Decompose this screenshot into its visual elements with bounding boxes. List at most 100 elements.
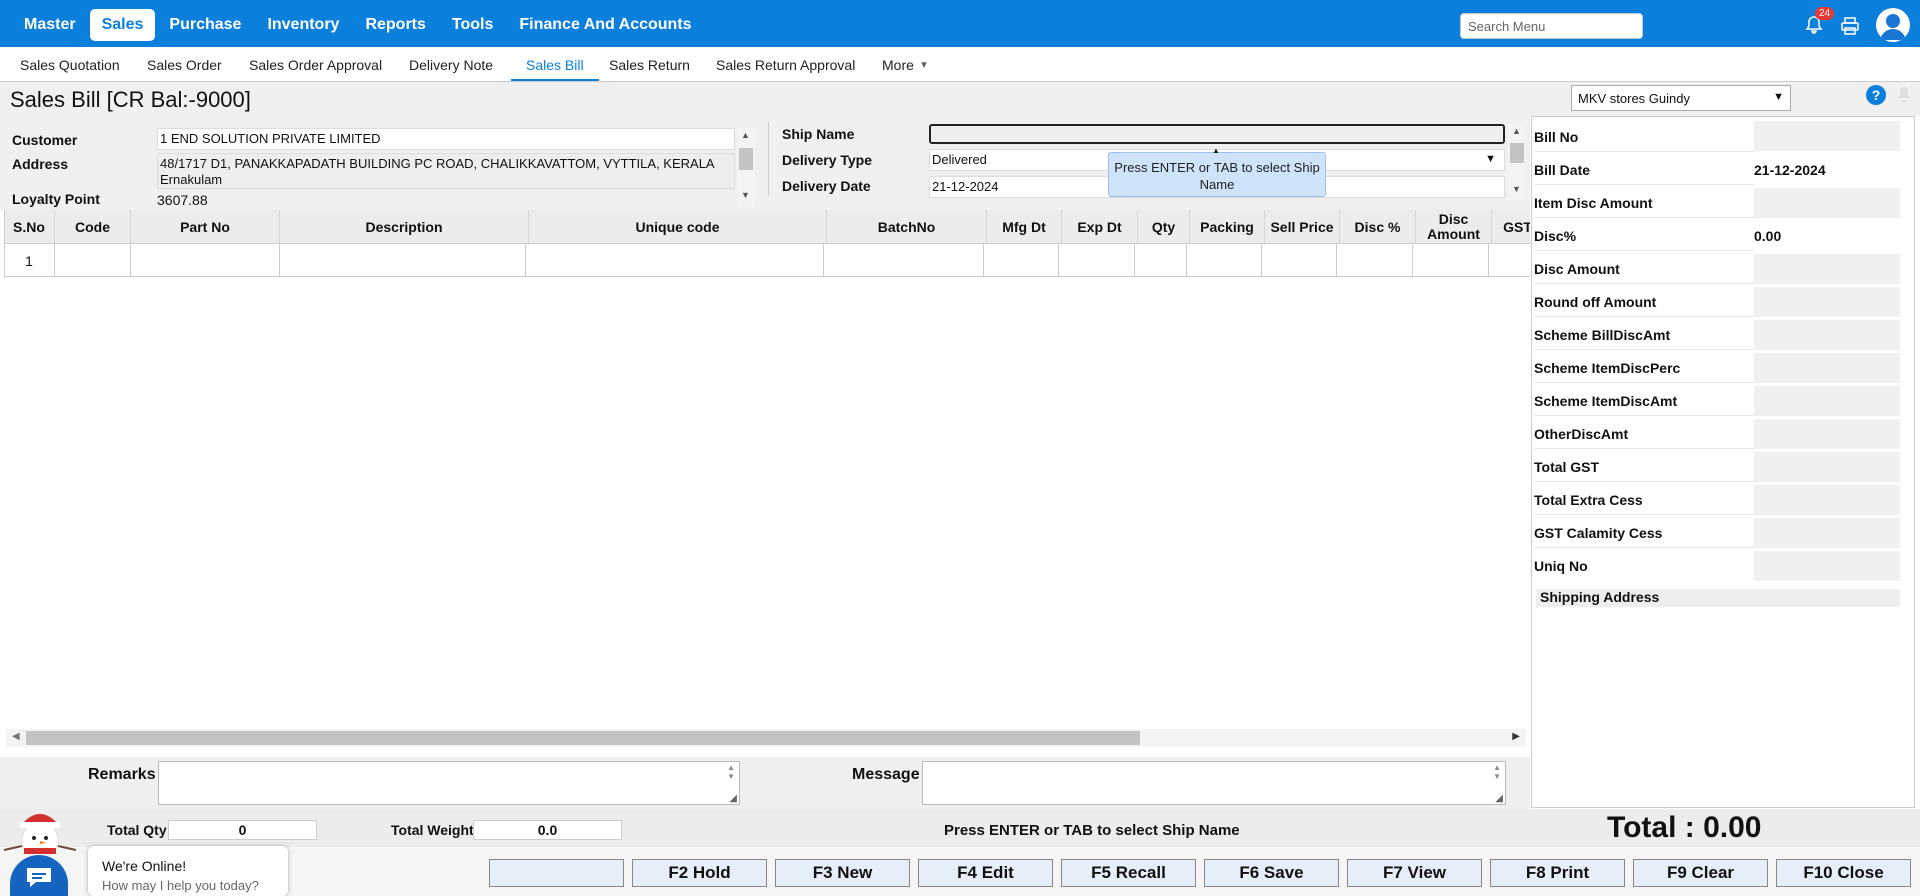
column-header[interactable]: Exp Dt: [1062, 210, 1138, 244]
tab-delivery-note[interactable]: Delivery Note: [409, 57, 493, 73]
column-header[interactable]: Packing: [1190, 210, 1265, 244]
menu-reports[interactable]: Reports: [353, 9, 437, 41]
tab-sales-order[interactable]: Sales Order: [147, 57, 222, 73]
store-select[interactable]: MKV stores Guindy ▼: [1571, 85, 1791, 111]
bell-icon[interactable]: [1896, 86, 1912, 104]
clear-button[interactable]: F9 Clear: [1633, 859, 1768, 887]
scroll-up-icon[interactable]: ▲: [741, 130, 750, 140]
menu-sales[interactable]: Sales: [89, 9, 156, 41]
column-header[interactable]: Disc Amount: [1416, 210, 1492, 244]
table-row[interactable]: 1: [4, 244, 1530, 277]
blank-button[interactable]: [489, 859, 624, 887]
summary-value-scheme-item-disc-amt[interactable]: [1754, 386, 1900, 416]
column-header[interactable]: Code: [55, 210, 131, 244]
column-header[interactable]: Mfg Dt: [987, 210, 1062, 244]
column-header[interactable]: Part No: [131, 210, 280, 244]
loyalty-label: Loyalty Point: [12, 191, 100, 207]
scroll-thumb[interactable]: [26, 731, 1140, 745]
table-cell[interactable]: 1: [4, 244, 55, 277]
summary-value-bill-date[interactable]: 21-12-2024: [1754, 155, 1900, 185]
table-cell[interactable]: [984, 244, 1059, 277]
column-header[interactable]: S.No: [4, 210, 55, 244]
table-cell[interactable]: [55, 244, 131, 277]
help-icon[interactable]: ?: [1866, 85, 1886, 105]
scroll-up-icon[interactable]: ▲ ▼: [1493, 763, 1501, 781]
new-button[interactable]: F3 New: [775, 859, 910, 887]
user-avatar[interactable]: [1876, 8, 1910, 42]
print-button[interactable]: F8 Print: [1490, 859, 1625, 887]
customer-field[interactable]: 1 END SOLUTION PRIVATE LIMITED: [157, 128, 735, 150]
column-header[interactable]: BatchNo: [827, 210, 987, 244]
menu-master[interactable]: Master: [12, 9, 88, 41]
ship-name-field[interactable]: [929, 124, 1505, 144]
table-cell[interactable]: [1059, 244, 1135, 277]
summary-value-scheme-item-disc-perc[interactable]: [1754, 353, 1900, 383]
close-button[interactable]: F10 Close: [1776, 859, 1911, 887]
summary-value-gst-calamity-cess[interactable]: [1754, 518, 1900, 548]
table-cell[interactable]: [1187, 244, 1262, 277]
tab-sales-order-approval[interactable]: Sales Order Approval: [249, 57, 382, 73]
main-menu: Master Sales Purchase Inventory Reports …: [12, 9, 706, 41]
scroll-thumb[interactable]: [739, 148, 753, 170]
menu-tools[interactable]: Tools: [440, 9, 505, 41]
message-textarea[interactable]: ▲ ▼ ◢: [922, 761, 1506, 805]
grid-horizontal-scrollbar[interactable]: ◀ ▶: [6, 729, 1526, 747]
summary-value-item-disc-amount[interactable]: [1754, 188, 1900, 218]
table-cell[interactable]: [1489, 244, 1530, 277]
scroll-up-icon[interactable]: ▲ ▼: [727, 763, 735, 781]
summary-value-other-disc-amt[interactable]: [1754, 419, 1900, 449]
summary-value-total-extra-cess[interactable]: [1754, 485, 1900, 515]
column-header[interactable]: Unique code: [529, 210, 827, 244]
tab-more[interactable]: More: [882, 57, 914, 73]
tab-sales-return-approval[interactable]: Sales Return Approval: [716, 57, 855, 73]
scroll-up-icon[interactable]: ▲: [1512, 126, 1521, 136]
scroll-left-icon[interactable]: ◀: [12, 731, 20, 742]
scroll-down-icon[interactable]: ▼: [1512, 184, 1521, 194]
table-cell[interactable]: [1262, 244, 1337, 277]
menu-inventory[interactable]: Inventory: [255, 9, 351, 41]
customer-scrollbar[interactable]: ▲ ▼: [737, 128, 755, 206]
remarks-textarea[interactable]: ▲ ▼ ◢: [158, 761, 740, 805]
summary-value-disc-percent[interactable]: 0.00: [1754, 221, 1900, 251]
summary-value-bill-no[interactable]: [1754, 121, 1900, 151]
scroll-down-icon[interactable]: ▼: [741, 190, 750, 200]
recall-button[interactable]: F5 Recall: [1061, 859, 1196, 887]
resize-handle-icon[interactable]: ◢: [729, 793, 737, 804]
column-header[interactable]: GST: [1492, 210, 1530, 244]
shipping-scrollbar[interactable]: ▲ ▼: [1508, 124, 1526, 200]
column-header[interactable]: Qty: [1138, 210, 1190, 244]
table-cell[interactable]: [280, 244, 526, 277]
printer-icon[interactable]: [1840, 16, 1860, 36]
resize-handle-icon[interactable]: ◢: [1495, 793, 1503, 804]
more-chevron-down-icon[interactable]: ▼: [919, 60, 929, 71]
table-cell[interactable]: [824, 244, 984, 277]
save-button[interactable]: F6 Save: [1204, 859, 1339, 887]
summary-value-scheme-bill-disc[interactable]: [1754, 320, 1900, 350]
hold-button[interactable]: F2 Hold: [632, 859, 767, 887]
scroll-right-icon[interactable]: ▶: [1512, 731, 1520, 742]
table-cell[interactable]: [526, 244, 824, 277]
chat-popup[interactable]: We're Online! How may I help you today?: [88, 846, 288, 896]
tab-sales-quotation[interactable]: Sales Quotation: [20, 57, 120, 73]
view-button[interactable]: F7 View: [1347, 859, 1482, 887]
tab-sales-bill[interactable]: Sales Bill: [511, 57, 599, 81]
menu-purchase[interactable]: Purchase: [157, 9, 253, 41]
tab-sales-return[interactable]: Sales Return: [609, 57, 690, 73]
column-header[interactable]: Disc %: [1340, 210, 1416, 244]
summary-label-disc-amount: Disc Amount: [1534, 261, 1620, 277]
search-menu-input[interactable]: Search Menu: [1460, 13, 1643, 39]
summary-value-uniq-no[interactable]: [1754, 551, 1900, 581]
summary-value-disc-amount[interactable]: [1754, 254, 1900, 284]
scroll-thumb[interactable]: [1510, 143, 1524, 163]
table-cell[interactable]: [131, 244, 280, 277]
address-field[interactable]: 48/1717 D1, PANAKKAPADATH BUILDING PC RO…: [157, 153, 735, 189]
table-cell[interactable]: [1135, 244, 1187, 277]
table-cell[interactable]: [1337, 244, 1413, 277]
edit-button[interactable]: F4 Edit: [918, 859, 1053, 887]
column-header[interactable]: Description: [280, 210, 529, 244]
menu-finance[interactable]: Finance And Accounts: [507, 9, 703, 41]
summary-value-total-gst[interactable]: [1754, 452, 1900, 482]
column-header[interactable]: Sell Price: [1265, 210, 1340, 244]
table-cell[interactable]: [1413, 244, 1489, 277]
summary-value-round-off[interactable]: [1754, 287, 1900, 317]
